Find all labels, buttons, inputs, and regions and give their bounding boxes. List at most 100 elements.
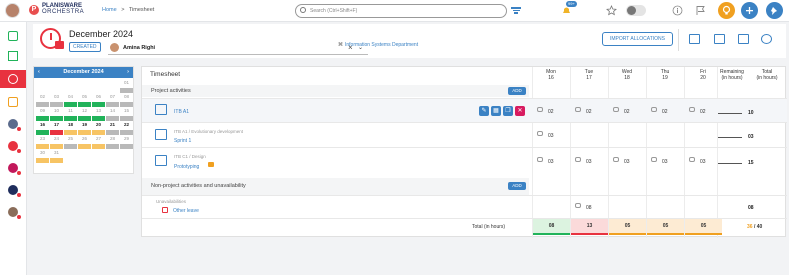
import-allocations-button[interactable]: IMPORT ALLOCATIONS bbox=[602, 32, 673, 46]
calendar-day[interactable]: 08 bbox=[120, 94, 133, 107]
calendar-day[interactable]: 11 bbox=[64, 108, 77, 121]
calendar-day[interactable]: 27 bbox=[92, 136, 105, 149]
activity-name[interactable]: Prototyping bbox=[174, 164, 199, 170]
add-project-activity-button[interactable]: ADD bbox=[508, 87, 526, 95]
calendar-day-status-bar bbox=[120, 88, 133, 93]
add-button[interactable] bbox=[741, 2, 758, 19]
filter-icon[interactable] bbox=[511, 6, 521, 15]
breadcrumb-home[interactable]: Home bbox=[102, 7, 117, 13]
hours-cell[interactable]: 03 bbox=[537, 131, 571, 141]
calendar-view-icon[interactable] bbox=[714, 34, 725, 44]
copy-icon[interactable] bbox=[738, 34, 749, 44]
remaining-input[interactable] bbox=[718, 132, 742, 138]
hours-cell[interactable]: 03 bbox=[537, 157, 571, 167]
search-input[interactable]: Search (Ctrl+Shift+F) bbox=[295, 4, 507, 18]
section-header-non-project: Non-project activities and unavailabilit… bbox=[142, 178, 529, 195]
sidebar-item-portfolio[interactable] bbox=[4, 160, 22, 176]
add-non-project-button[interactable]: ADD bbox=[508, 182, 526, 190]
calendar-day[interactable]: 05 bbox=[78, 94, 91, 107]
sidebar-item-resources[interactable] bbox=[4, 182, 22, 198]
next-month-icon[interactable]: › bbox=[127, 67, 129, 78]
remaining-input[interactable] bbox=[718, 158, 742, 164]
sidebar-item-ideas[interactable] bbox=[4, 138, 22, 154]
calendar-day[interactable]: 03 bbox=[50, 94, 63, 107]
calendar-day[interactable]: 12 bbox=[78, 108, 91, 121]
department-link[interactable]: ⌘ Information Systems Department bbox=[338, 42, 418, 48]
calendar-day[interactable]: 16 bbox=[36, 122, 49, 135]
calendar-day-number: 19 bbox=[81, 122, 87, 127]
prev-month-icon[interactable]: ‹ bbox=[38, 67, 40, 78]
summary-label: Total (in hours) bbox=[472, 224, 506, 230]
calendar-day[interactable]: 28 bbox=[106, 136, 119, 149]
hours-cell[interactable]: 03 bbox=[613, 157, 647, 167]
calendar-day[interactable]: 10 bbox=[50, 108, 63, 121]
calendar-day-status-bar bbox=[64, 130, 77, 135]
project-icon bbox=[155, 104, 167, 115]
calendar-day[interactable]: 18 bbox=[64, 122, 77, 135]
activity-name[interactable]: Other leave bbox=[173, 208, 199, 214]
flag-icon[interactable] bbox=[695, 5, 706, 16]
summary-wed: 05 bbox=[609, 219, 646, 235]
chart-icon[interactable] bbox=[761, 34, 772, 44]
calendar-day[interactable]: 22 bbox=[120, 122, 133, 135]
sidebar-item-timesheet[interactable] bbox=[0, 70, 26, 88]
calendar-day bbox=[120, 150, 133, 163]
calendar-day-status-bar bbox=[36, 158, 49, 163]
mode-toggle[interactable] bbox=[626, 5, 646, 16]
remaining-input[interactable] bbox=[718, 108, 742, 114]
calendar-day[interactable]: 04 bbox=[64, 94, 77, 107]
lightbulb-button[interactable] bbox=[718, 2, 735, 19]
sidebar-item-dashboard[interactable] bbox=[4, 28, 22, 44]
calendar-day-number: 29 bbox=[123, 136, 129, 141]
hours-cell[interactable]: 02 bbox=[613, 107, 647, 117]
calendar-day[interactable]: 29 bbox=[120, 136, 133, 149]
hours-cell[interactable]: 02 bbox=[537, 107, 571, 117]
copy-row-icon[interactable]: ❐ bbox=[503, 106, 513, 116]
calendar-day[interactable]: 25 bbox=[64, 136, 77, 149]
column-header-remaining: Remaining (in hours) bbox=[720, 69, 744, 81]
calendar-day-status-bar bbox=[50, 130, 63, 135]
calendar-day[interactable]: 09 bbox=[36, 108, 49, 121]
sidebar-item-workflow[interactable] bbox=[4, 48, 22, 64]
calendar-day-status-bar bbox=[50, 158, 63, 163]
calendar-day[interactable]: 21 bbox=[106, 122, 119, 135]
delete-icon[interactable]: ✕ bbox=[515, 106, 525, 116]
edit-icon[interactable]: ✎ bbox=[479, 106, 489, 116]
sidebar-item-projects[interactable] bbox=[4, 116, 22, 132]
calendar-day[interactable]: 01 bbox=[120, 80, 133, 93]
calendar-day[interactable]: 31 bbox=[50, 150, 63, 163]
calendar-day[interactable]: 06 bbox=[92, 94, 105, 107]
calendar-day[interactable]: 17 bbox=[50, 122, 63, 135]
hours-cell[interactable]: 03 bbox=[575, 157, 609, 167]
user-avatar[interactable] bbox=[5, 3, 20, 18]
calendar-day[interactable]: 13 bbox=[92, 108, 105, 121]
info-icon[interactable] bbox=[672, 5, 683, 16]
favorites-star-icon[interactable] bbox=[606, 4, 617, 16]
calendar-day[interactable]: 26 bbox=[78, 136, 91, 149]
activity-name[interactable]: ITB A1 bbox=[174, 109, 189, 115]
sidebar-item-people[interactable] bbox=[4, 204, 22, 220]
hours-cell[interactable]: 02 bbox=[651, 107, 685, 117]
section-title: Project activities bbox=[151, 88, 191, 94]
hours-cell[interactable]: 02 bbox=[575, 107, 609, 117]
brand-logo[interactable]: P PLANISWARE ORCHESTRA bbox=[29, 3, 84, 16]
calendar-day[interactable]: 14 bbox=[106, 108, 119, 121]
table-row: ITB C1 / Design Prototyping 03 03 03 03 … bbox=[142, 147, 787, 177]
calendar-day[interactable]: 02 bbox=[36, 94, 49, 107]
grid-view-icon[interactable] bbox=[689, 34, 700, 44]
calendar-day-number: 01 bbox=[123, 80, 129, 85]
calendar-day[interactable]: 07 bbox=[106, 94, 119, 107]
user-select[interactable]: Amina Righi × ⌄ bbox=[108, 43, 368, 55]
calendar-day[interactable]: 30 bbox=[36, 150, 49, 163]
calendar-day[interactable]: 20 bbox=[92, 122, 105, 135]
activity-name[interactable]: Sprint 1 bbox=[174, 138, 191, 144]
pin-button[interactable] bbox=[766, 2, 783, 19]
calendar-day[interactable]: 24 bbox=[50, 136, 63, 149]
sidebar-item-reports[interactable] bbox=[4, 94, 22, 110]
calendar-day[interactable]: 19 bbox=[78, 122, 91, 135]
calendar-day[interactable]: 15 bbox=[120, 108, 133, 121]
calendar-icon[interactable]: ▦ bbox=[491, 106, 501, 116]
calendar-day[interactable]: 23 bbox=[36, 136, 49, 149]
hours-cell[interactable]: 03 bbox=[651, 157, 685, 167]
hours-cell[interactable]: 08 bbox=[575, 203, 609, 213]
